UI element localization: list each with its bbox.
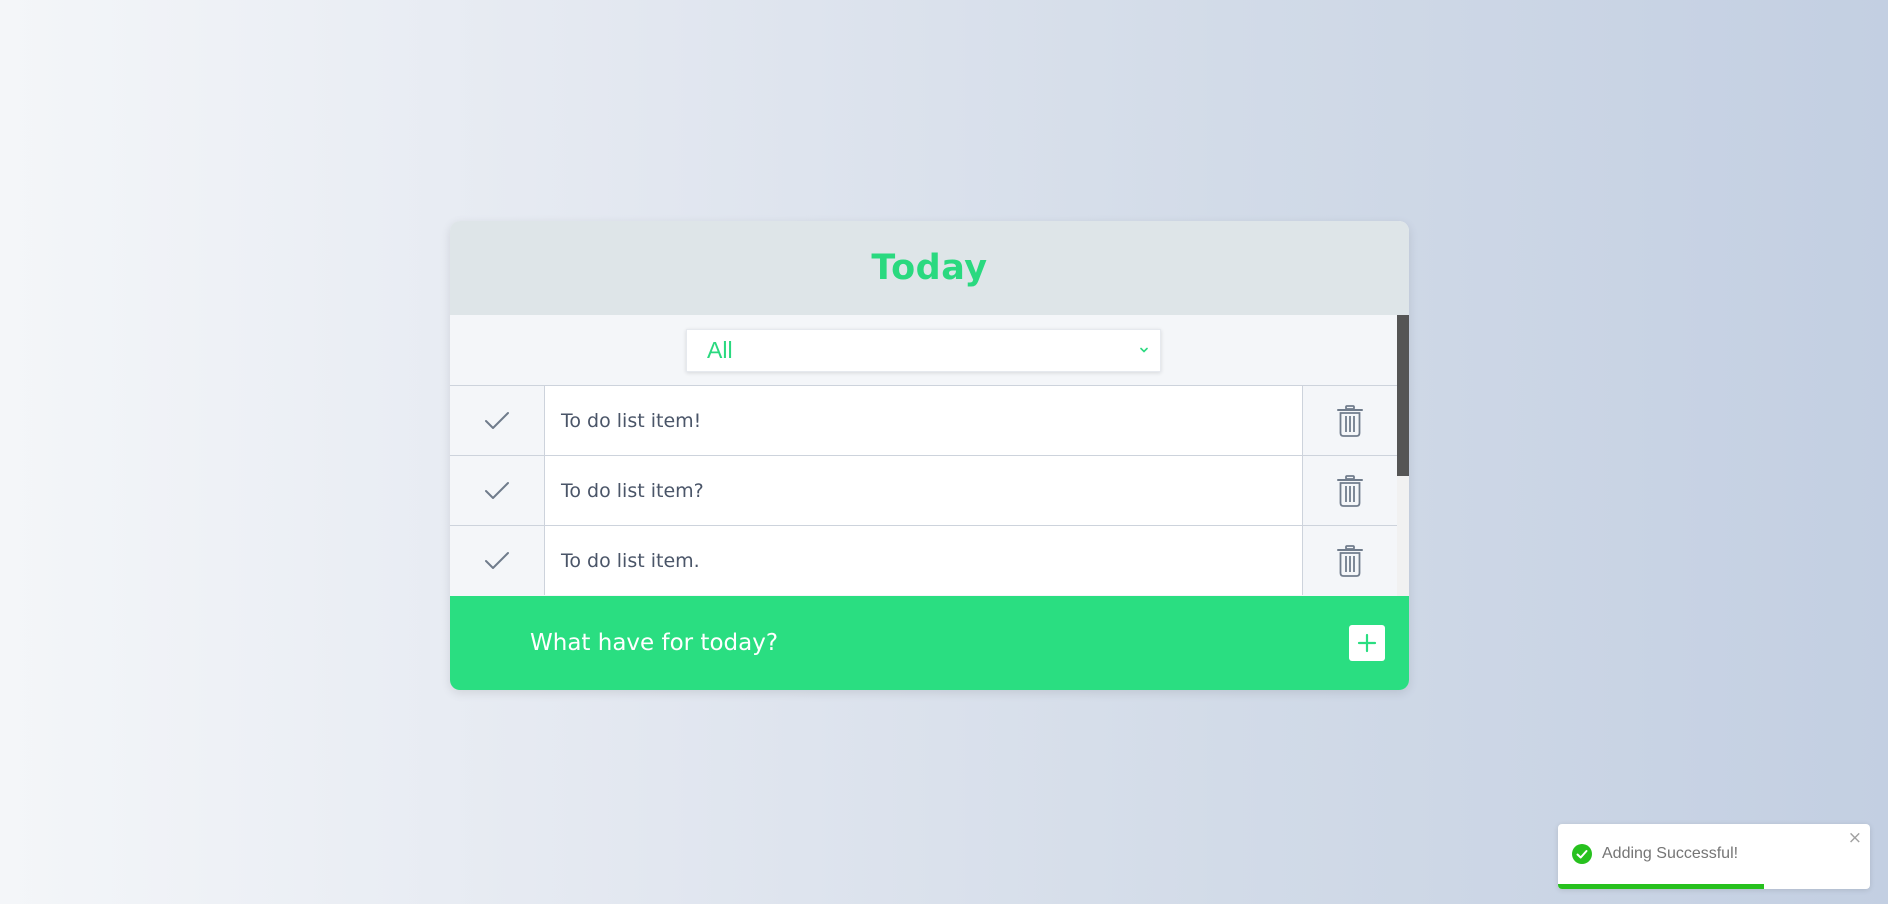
todo-card: Today All To do list item! To do list it… (450, 221, 1409, 690)
trash-icon (1337, 474, 1363, 507)
list-item: To do list item! (450, 385, 1397, 455)
toast-progress-track (1558, 884, 1870, 889)
toast-message: Adding Successful! (1602, 845, 1739, 862)
trash-icon (1337, 404, 1363, 437)
filter-select[interactable]: All (686, 328, 1161, 372)
add-button[interactable] (1349, 625, 1385, 661)
delete-button[interactable] (1302, 526, 1397, 595)
todo-text[interactable]: To do list item? (545, 456, 1302, 525)
check-icon (485, 481, 509, 499)
todo-text[interactable]: To do list item. (545, 526, 1302, 595)
todo-list: All To do list item! To do list item? To… (450, 315, 1397, 597)
new-todo-bar: What have for today? (450, 596, 1409, 690)
delete-button[interactable] (1302, 386, 1397, 455)
scrollbar[interactable] (1397, 315, 1409, 597)
filter-row: All (450, 315, 1397, 385)
list-item: To do list item? (450, 455, 1397, 525)
filter-selected-value: All (707, 336, 733, 363)
complete-button[interactable] (450, 456, 545, 525)
check-icon (485, 411, 509, 429)
todo-scroll-area: All To do list item! To do list item? To… (450, 315, 1409, 597)
card-header: Today (450, 221, 1409, 315)
close-icon[interactable]: × (1848, 828, 1862, 848)
todo-text[interactable]: To do list item! (545, 386, 1302, 455)
toast-progress-bar (1558, 884, 1764, 889)
plus-icon (1357, 633, 1377, 653)
page-title: Today (871, 248, 988, 288)
complete-button[interactable] (450, 526, 545, 595)
chevron-down-icon (1140, 347, 1148, 353)
scrollbar-thumb[interactable] (1397, 315, 1409, 476)
delete-button[interactable] (1302, 456, 1397, 525)
success-toast: Adding Successful! × (1558, 824, 1870, 889)
check-circle-icon (1572, 844, 1592, 864)
list-item: To do list item. (450, 525, 1397, 595)
toast-body: Adding Successful! (1572, 844, 1738, 864)
check-icon (485, 551, 509, 569)
trash-icon (1337, 544, 1363, 577)
complete-button[interactable] (450, 386, 545, 455)
new-todo-input[interactable]: What have for today? (530, 630, 778, 656)
